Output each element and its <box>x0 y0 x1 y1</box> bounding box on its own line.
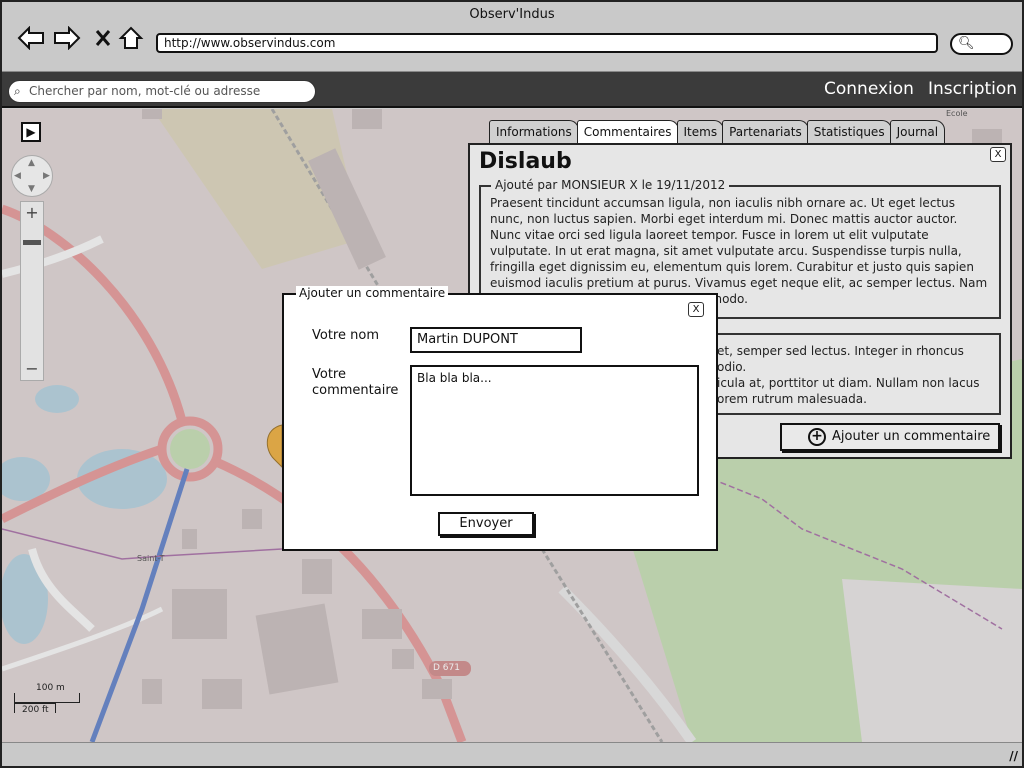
home-icon <box>118 26 144 49</box>
roundabout-center <box>170 429 210 469</box>
search-icon: ⌕ <box>14 84 21 98</box>
panel-tabs: Informations Commentaires Items Partenar… <box>489 120 946 146</box>
search-icon: 🔍︎ <box>958 36 975 51</box>
name-label: Votre nom <box>312 328 379 343</box>
scale-metric-label: 100 m <box>36 683 65 693</box>
comment-text-line: orem rutrum malesuada. <box>717 392 867 406</box>
home-button[interactable] <box>116 24 146 52</box>
building <box>182 529 197 549</box>
building <box>422 679 452 699</box>
building <box>202 679 242 709</box>
address-search-input[interactable]: ⌕ Chercher par nom, mot-clé ou adresse <box>8 80 316 103</box>
comment-label: Votre commentaire <box>312 367 398 399</box>
stop-button[interactable] <box>88 24 118 52</box>
add-comment-dialog: Ajouter un commentaire X Votre nom Marti… <box>282 286 718 551</box>
back-button[interactable] <box>16 24 46 52</box>
name-input[interactable]: Martin DUPONT <box>410 327 582 353</box>
building <box>172 589 227 639</box>
zoom-slider[interactable]: + − <box>20 201 44 381</box>
building <box>302 559 332 594</box>
browser-statusbar: // <box>2 742 1022 766</box>
pan-right-icon: ▶ <box>43 171 50 181</box>
field-area <box>842 579 1022 742</box>
comment-label-line: Votre <box>312 367 346 382</box>
pan-down-icon: ▼ <box>28 184 35 194</box>
tab-informations[interactable]: Informations <box>489 120 579 144</box>
search-placeholder: Chercher par nom, mot-clé ou adresse <box>29 84 261 98</box>
dialog-close-button[interactable]: X <box>688 302 704 317</box>
comment-textarea[interactable]: Bla bla bla... <box>410 365 699 496</box>
building <box>255 603 339 695</box>
building <box>242 509 262 529</box>
building <box>352 109 382 129</box>
building <box>392 649 414 669</box>
building <box>142 679 162 704</box>
resize-grip-icon[interactable]: // <box>1009 749 1018 763</box>
building <box>362 609 402 639</box>
pan-left-icon: ◀ <box>14 171 21 181</box>
signup-link[interactable]: Inscription <box>928 79 1017 99</box>
browser-window: Observ'Indus http://www.observindus.com … <box>0 0 1024 768</box>
login-link[interactable]: Connexion <box>824 79 914 99</box>
zoom-out-button[interactable]: − <box>21 358 43 380</box>
url-input[interactable]: http://www.observindus.com <box>156 33 938 53</box>
water-area <box>35 385 79 413</box>
zoom-handle[interactable] <box>23 240 41 245</box>
tab-partenariats[interactable]: Partenariats <box>722 120 809 144</box>
zoom-in-button[interactable]: + <box>21 202 43 224</box>
send-button[interactable]: Envoyer <box>438 512 534 536</box>
pan-up-icon: ▲ <box>28 158 35 168</box>
tab-items[interactable]: Items <box>676 120 725 144</box>
back-arrow-icon <box>17 26 44 50</box>
forward-button[interactable] <box>52 24 82 52</box>
comment-text-line: icula at, porttitor ut diam. Nullam non … <box>717 376 980 390</box>
dialog-title: Ajouter un commentaire <box>296 286 449 300</box>
panel-close-button[interactable]: X <box>990 147 1006 162</box>
comment-label-line: commentaire <box>312 383 399 398</box>
window-title: Observ'Indus <box>469 7 555 22</box>
scale-imperial-label: 200 ft <box>22 705 49 715</box>
panel-title: Dislaub <box>479 149 572 174</box>
tab-statistiques[interactable]: Statistiques <box>806 120 892 144</box>
tab-journal[interactable]: Journal <box>889 120 946 144</box>
add-comment-label: Ajouter un commentaire <box>832 429 991 444</box>
building <box>142 109 162 119</box>
map-label-ecole: Ecole <box>946 109 968 118</box>
play-icon: ▶ <box>26 125 36 139</box>
close-icon <box>95 30 111 46</box>
pan-control[interactable]: ▲ ▼ ◀ ▶ <box>11 155 53 197</box>
scale-bar-metric <box>14 693 80 703</box>
comment-text-line: et, semper sed lectus. Integer in rhoncu… <box>717 344 964 374</box>
comment-text: Praesent tincidunt accumsan ligula, non … <box>490 196 988 306</box>
map-label-saint: Saint-T <box>137 554 165 563</box>
browser-search-input[interactable]: 🔍︎ <box>950 33 1013 55</box>
app-header: ⌕ Chercher par nom, mot-clé ou adresse C… <box>2 72 1022 108</box>
add-comment-button[interactable]: + Ajouter un commentaire <box>780 423 1000 451</box>
map-label-road: D 671 <box>433 663 460 673</box>
comment-header: Ajouté par MONSIEUR X le 19/11/2012 <box>491 177 730 193</box>
play-button[interactable]: ▶ <box>21 122 41 142</box>
browser-titlebar: Observ'Indus http://www.observindus.com … <box>2 2 1022 72</box>
forward-arrow-icon <box>54 26 81 50</box>
plus-circle-icon: + <box>808 428 826 446</box>
